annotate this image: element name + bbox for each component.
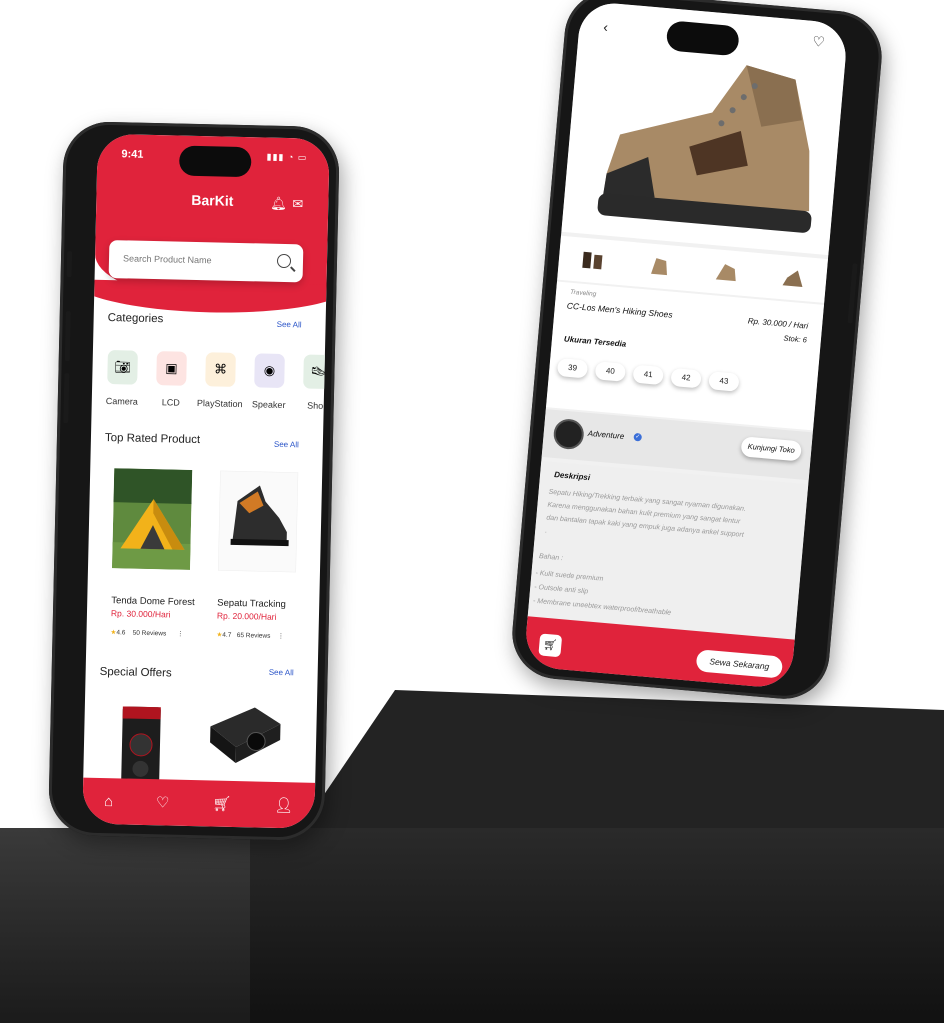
notification-bell-icon[interactable]: 🔔︎	[270, 196, 287, 212]
tent-image	[112, 468, 193, 570]
shoe-icon: 👟︎	[303, 354, 330, 390]
rent-now-button[interactable]: Sewa Sekarang	[695, 649, 784, 679]
size-option[interactable]: 42	[670, 367, 702, 389]
special-offers-see-all-link[interactable]: See All	[269, 668, 294, 678]
verified-icon: ✓	[633, 432, 643, 442]
category-shoe[interactable]: 👟︎ Shoe	[300, 354, 330, 411]
more-icon[interactable]: ⋮	[177, 631, 184, 638]
product-title: CC-Los Men's Hiking Shoes	[566, 300, 674, 320]
category-label: Camera	[105, 395, 138, 407]
size-option[interactable]: 43	[708, 371, 740, 392]
product-stock: Stok: 6	[783, 333, 808, 345]
category-speaker[interactable]: ◉ Speaker	[251, 353, 288, 410]
category-playstation[interactable]: ⌘ PlayStation	[197, 352, 243, 409]
materials-title: Bahan :	[538, 553, 564, 563]
boot-image	[217, 470, 299, 573]
size-option[interactable]: 41	[632, 364, 664, 386]
pedestal-side	[0, 828, 250, 1023]
product-category: Traveling	[569, 288, 597, 299]
thumbnail[interactable]	[778, 263, 808, 293]
category-label: Speaker	[251, 399, 286, 411]
hiking-boot-image	[597, 65, 812, 233]
profile-icon[interactable]: 👤︎	[274, 796, 293, 814]
category-camera[interactable]: 📷︎ Camera	[104, 350, 141, 407]
category-label: Shoe	[307, 400, 329, 412]
cart-icon[interactable]: 🛒︎	[212, 795, 231, 813]
product-price: Rp. 30.000/Hari	[110, 608, 171, 620]
materials-list: - Kulit suede premium - Outsole anti sli…	[532, 567, 674, 621]
home-icon[interactable]: ⌂	[104, 793, 113, 810]
category-lcd[interactable]: ▣ LCD	[153, 351, 190, 408]
projector-icon: ▣	[156, 351, 187, 386]
search-icon[interactable]	[276, 253, 292, 269]
special-offers-title: Special Offers	[99, 665, 172, 680]
product-price: Rp. 20.000/Hari	[216, 610, 277, 622]
dynamic-island	[178, 145, 252, 178]
top-rated-see-all-link[interactable]: See All	[274, 440, 299, 450]
avatar	[552, 417, 585, 451]
product-meta: ★4.7 65 Reviews ⋮	[216, 631, 285, 641]
description-text: Sepatu Hiking/Trekking terbaik yang sang…	[544, 488, 747, 539]
category-list: 📷︎ Camera ▣ LCD ⌘ PlayStation ◉ Speaker …	[104, 350, 330, 411]
thumbnail[interactable]	[577, 245, 607, 275]
message-icon[interactable]: ✉︎	[292, 196, 303, 212]
pedestal-top	[300, 690, 944, 830]
thumbnail[interactable]	[644, 251, 674, 281]
home-phone: 9:41 ▮▮▮ ◔ ▭ BarKit 🔔︎ ✉︎ Categories See…	[47, 120, 341, 842]
playstation-icon: ⌘	[205, 352, 236, 387]
categories-see-all-link[interactable]: See All	[277, 320, 302, 330]
product-card[interactable]: Sepatu Tracking Rp. 20.000/Hari ★4.7 65 …	[216, 470, 310, 641]
heart-icon[interactable]: ♡	[156, 793, 170, 811]
camera-icon: 📷︎	[107, 350, 138, 385]
product-price: Rp. 30.000 / Hari	[747, 316, 809, 331]
category-label: PlayStation	[196, 398, 243, 410]
back-icon[interactable]: ‹	[603, 19, 609, 35]
product-meta: ★4.6 50 Reviews ⋮	[110, 629, 184, 638]
size-list: 39 40 41 42 43	[556, 356, 748, 392]
search-bar[interactable]	[108, 240, 304, 283]
cart-icon[interactable]: 🛒︎	[538, 633, 563, 658]
size-option[interactable]: 40	[594, 361, 627, 382]
product-card[interactable]: Tenda Dome Forest Rp. 30.000/Hari ★4.6 5…	[110, 468, 204, 638]
description-section: Deskripsi Sepatu Hiking/Trekking terbaik…	[527, 460, 809, 644]
categories-title: Categories	[107, 312, 164, 326]
size-option[interactable]: 39	[556, 357, 589, 379]
status-time: 9:41	[121, 148, 144, 161]
speaker-icon: ◉	[254, 353, 285, 389]
status-icons: ▮▮▮ ◔ ▭	[266, 151, 308, 163]
top-rated-title: Top Rated Product	[104, 431, 201, 447]
heart-icon[interactable]: ♡	[812, 33, 826, 51]
sizes-title: Ukuran Tersedia	[563, 334, 627, 349]
product-info: Traveling CC-Los Men's Hiking Shoes Rp. …	[546, 281, 824, 431]
product-name: Sepatu Tracking	[217, 597, 287, 611]
product-name: Tenda Dome Forest	[111, 595, 195, 609]
projector-product-image	[210, 707, 281, 764]
visit-store-button[interactable]: Kunjungi Toko	[740, 436, 802, 462]
category-label: LCD	[161, 397, 180, 408]
detail-screen: ‹ ♡ Traveling CC-Los Men's Hiking Shoes …	[523, 0, 849, 690]
search-input[interactable]	[120, 252, 276, 268]
home-screen: 9:41 ▮▮▮ ◔ ▭ BarKit 🔔︎ ✉︎ Categories See…	[82, 133, 330, 829]
bottom-nav: ⌂ ♡ 🛒︎ 👤︎	[82, 777, 316, 829]
store-name: Adventure	[587, 428, 625, 441]
thumbnail[interactable]	[711, 257, 741, 287]
detail-phone: ‹ ♡ Traveling CC-Los Men's Hiking Shoes …	[508, 0, 886, 703]
description-title: Deskripsi	[553, 470, 591, 483]
more-icon[interactable]: ⋮	[278, 633, 285, 640]
